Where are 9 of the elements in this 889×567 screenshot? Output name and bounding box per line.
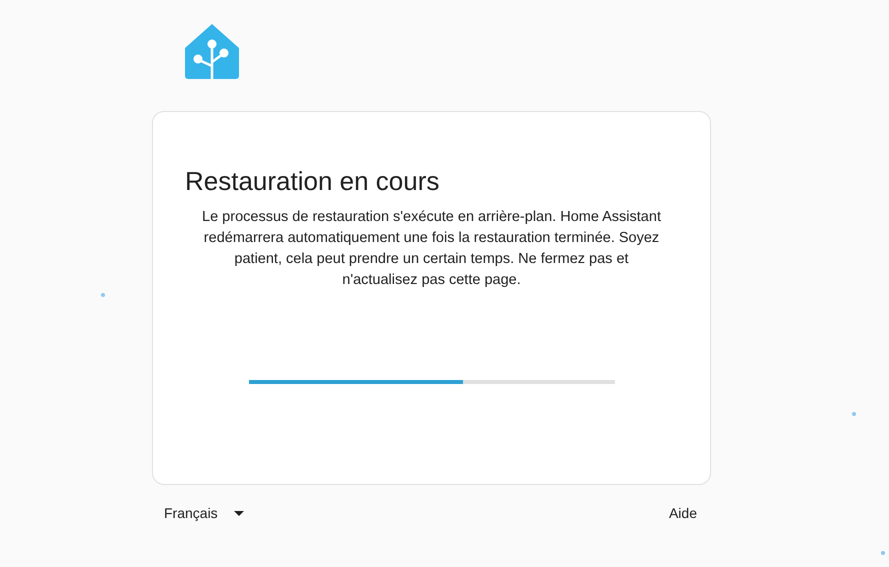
dot-icon — [881, 551, 885, 555]
card-title: Restauration en cours — [185, 166, 440, 197]
caret-icon — [234, 510, 244, 516]
restore-message: Le processus de restauration s'exécute en arrière-plan. Home Assistant redémarrera automatiquement une fois la restauration terminée. Soyez patient, cela peut prendre un certain temps. Ne fermez pas et n'actualisez pas cette page. — [201, 208, 662, 290]
help-link[interactable]: Aide — [668, 505, 697, 521]
house-logo-icon — [183, 22, 241, 80]
dot-icon — [852, 412, 856, 416]
dot-icon — [101, 293, 105, 297]
language-dropdown[interactable]: Français — [164, 505, 244, 521]
